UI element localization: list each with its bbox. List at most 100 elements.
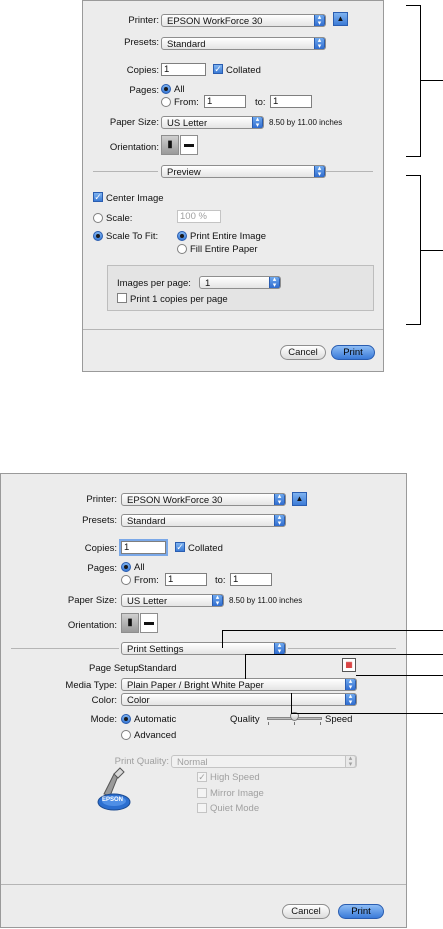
mode-label: Mode:	[90, 714, 117, 725]
fill-entire-paper-label: Fill Entire Paper	[190, 244, 258, 255]
printer-label: Printer:	[128, 15, 159, 26]
bracket-bottom-lead	[421, 250, 443, 251]
copies-field[interactable]: 1	[119, 539, 168, 556]
pages-all-radio[interactable]	[161, 84, 171, 94]
pages-from-field[interactable]: 1	[204, 95, 246, 108]
pages-to-field[interactable]: 1	[230, 573, 272, 586]
pages-all-radio[interactable]	[121, 562, 131, 572]
slider-tick-3	[320, 722, 321, 725]
paper-size-value: US Letter	[167, 118, 208, 129]
bracket-bottom-tick-b	[406, 324, 421, 325]
center-image-checkbox[interactable]: ✓	[93, 192, 103, 202]
portrait-orientation-button[interactable]: ▮	[121, 613, 139, 633]
portrait-orientation-button[interactable]: ▮	[161, 135, 179, 155]
paper-size-label: Paper Size:	[109, 117, 159, 128]
print-quality-popup[interactable]: Normal ▴ ▾	[171, 755, 357, 768]
bracket-top-vertical	[420, 5, 421, 157]
bracket-bottom-tick-a	[406, 175, 421, 176]
page-setup-value: Standard	[138, 663, 177, 674]
printer-popup[interactable]: EPSON WorkForce 30 ▴ ▾	[161, 14, 326, 27]
mirror-image-checkbox[interactable]	[197, 788, 207, 798]
scale-radio[interactable]	[93, 213, 103, 223]
updown-chevron-icon: ▴ ▾	[269, 277, 280, 288]
pages-from-radio[interactable]	[121, 575, 131, 585]
color-popup[interactable]: Color ▴ ▾	[121, 693, 357, 706]
portrait-orientation-icon: ▮	[167, 139, 173, 150]
presets-label: Presets:	[82, 515, 117, 526]
pages-label: Pages:	[129, 85, 159, 96]
updown-chevron-icon: ▴ ▾	[314, 166, 325, 177]
landscape-orientation-button[interactable]: ▬	[180, 135, 198, 155]
updown-chevron-icon: ▴ ▾	[345, 694, 356, 705]
paper-size-label: Paper Size:	[67, 595, 117, 606]
disclosure-button[interactable]: ▲	[292, 492, 307, 506]
orientation-label: Orientation:	[67, 620, 117, 631]
images-per-page-label: Images per page:	[117, 278, 191, 289]
images-per-page-popup[interactable]: 1 ▴ ▾	[199, 276, 281, 289]
print-copies-checkbox[interactable]	[117, 293, 127, 303]
quality-speed-slider[interactable]	[267, 712, 322, 726]
quiet-mode-label: Quiet Mode	[210, 803, 260, 814]
print-dialog-preview: Printer: EPSON WorkForce 30 ▴ ▾ ▲ Presets…	[82, 0, 384, 372]
paper-size-dims: 8.50 by 11.00 inches	[269, 118, 343, 127]
mode-advanced-label: Advanced	[134, 730, 177, 741]
callout-media-h	[245, 654, 443, 655]
updown-chevron-icon: ▴ ▾	[212, 595, 223, 606]
print-entire-image-radio[interactable]	[177, 231, 187, 241]
mode-automatic-radio[interactable]	[121, 714, 131, 724]
media-type-value: Plain Paper / Bright White Paper	[127, 680, 264, 691]
copies-label: Copies:	[84, 543, 117, 554]
pages-from-field[interactable]: 1	[165, 573, 207, 586]
media-type-popup[interactable]: Plain Paper / Bright White Paper ▴ ▾	[121, 678, 357, 691]
print-entire-image-label: Print Entire Image	[190, 231, 267, 242]
print-button[interactable]: Print	[338, 904, 384, 919]
pages-from-radio[interactable]	[161, 97, 171, 107]
collated-checkbox[interactable]: ✓	[175, 542, 185, 552]
triangle-up-icon: ▲	[336, 14, 345, 23]
button-row-separator	[1, 884, 406, 885]
media-type-label: Media Type:	[65, 680, 117, 691]
copies-label: Copies:	[126, 65, 159, 76]
section-value: Preview	[167, 167, 201, 178]
pages-to-field[interactable]: 1	[270, 95, 312, 108]
high-speed-checkbox[interactable]: ✓	[197, 772, 207, 782]
print-button[interactable]: Print	[331, 345, 375, 360]
speed-label: Speed	[325, 714, 353, 725]
collated-checkbox[interactable]: ✓	[213, 64, 223, 74]
scale-field[interactable]: 100 %	[177, 210, 221, 223]
scale-label: Scale:	[106, 213, 133, 224]
mode-advanced-radio[interactable]	[121, 730, 131, 740]
quiet-mode-checkbox[interactable]	[197, 803, 207, 813]
scale-to-fit-label: Scale To Fit:	[106, 231, 159, 242]
paper-size-popup[interactable]: US Letter ▴ ▾	[161, 116, 264, 129]
disclosure-button[interactable]: ▲	[333, 12, 348, 26]
presets-popup[interactable]: Standard ▴ ▾	[121, 514, 286, 527]
callout-slider-h	[291, 713, 443, 714]
presets-popup[interactable]: Standard ▴ ▾	[161, 37, 326, 50]
printer-settings-icon[interactable]: ▦	[342, 658, 356, 672]
callout-color-h	[356, 675, 443, 676]
collated-label: Collated	[226, 65, 261, 76]
printer-popup[interactable]: EPSON WorkForce 30 ▴ ▾	[121, 493, 286, 506]
landscape-orientation-button[interactable]: ▬	[140, 613, 158, 633]
triangle-up-icon: ▲	[295, 494, 304, 503]
cancel-button[interactable]: Cancel	[282, 904, 330, 919]
fill-entire-paper-radio[interactable]	[177, 244, 187, 254]
presets-value: Standard	[127, 516, 166, 527]
mirror-image-label: Mirror Image	[210, 788, 264, 799]
cancel-button[interactable]: Cancel	[280, 345, 326, 360]
copies-field[interactable]: 1	[161, 63, 206, 76]
section-separator-right	[321, 171, 373, 172]
pages-to-label: to:	[255, 97, 266, 108]
quality-label: Quality	[230, 714, 260, 725]
printer-value: EPSON WorkForce 30	[127, 495, 223, 506]
scale-to-fit-radio[interactable]	[93, 231, 103, 241]
section-separator-right	[288, 648, 396, 649]
paper-size-popup[interactable]: US Letter ▴ ▾	[121, 594, 224, 607]
section-popup[interactable]: Preview ▴ ▾	[161, 165, 326, 178]
high-speed-label: High Speed	[210, 772, 260, 783]
landscape-orientation-icon: ▬	[184, 139, 194, 150]
paper-size-dims: 8.50 by 11.00 inches	[229, 596, 303, 605]
color-label: Color:	[91, 695, 117, 706]
bracket-top-lead	[421, 80, 443, 81]
